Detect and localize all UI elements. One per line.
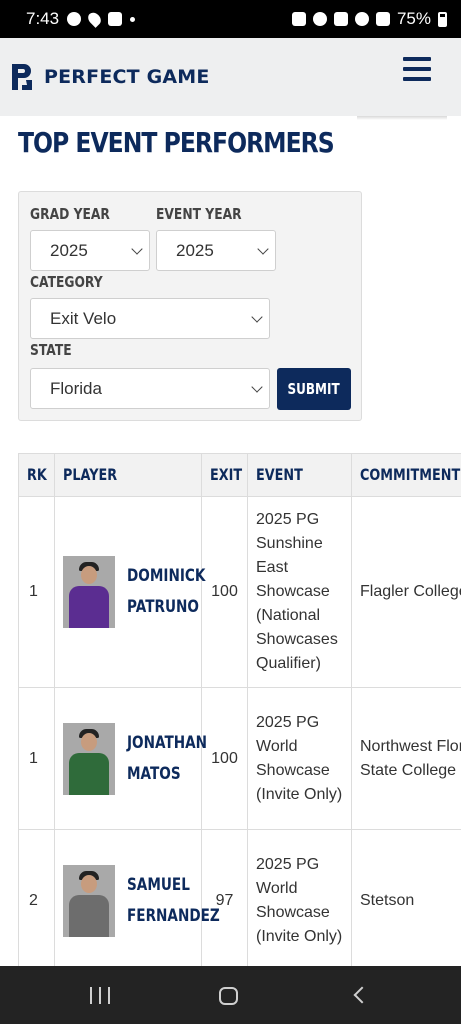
- grad-year-select[interactable]: 2025: [30, 230, 150, 271]
- site-header: PERFECT GAME: [0, 38, 461, 116]
- battery-percent: 75%: [396, 9, 431, 28]
- pg-logo-icon: [12, 64, 32, 90]
- state-value: Florida: [50, 378, 102, 398]
- menu-dropdown-shadow: [357, 116, 447, 120]
- notification-icon: [67, 12, 82, 26]
- menu-icon[interactable]: [403, 57, 431, 81]
- col-header-rk[interactable]: RK: [18, 453, 55, 497]
- mute-icon: [333, 12, 348, 26]
- filter-panel: GRAD YEAR EVENT YEAR 2025 2025 CATEGORY …: [18, 191, 362, 421]
- gallery-icon: [108, 12, 123, 26]
- sim-icon: [291, 12, 306, 26]
- player-cell[interactable]: JONATHAN MATOS: [54, 687, 207, 830]
- signal-icon: [375, 12, 390, 26]
- player-first-name: JONATHAN: [127, 732, 208, 753]
- player-photo[interactable]: [63, 722, 115, 795]
- col-header-exit[interactable]: EXIT: [201, 453, 248, 497]
- event-cell: 2025 PG Sunshine East Showcase (National…: [247, 496, 352, 688]
- chevron-down-icon: [251, 311, 263, 323]
- table-row: 1 DOMINICK PATRUNO 100 2025 PG Sunshine …: [18, 496, 461, 688]
- grad-year-value: 2025: [50, 240, 88, 260]
- home-icon[interactable]: [219, 987, 238, 1005]
- category-label: CATEGORY: [30, 273, 103, 291]
- event-cell: 2025 PG World Showcase (Invite Only): [247, 687, 352, 830]
- col-header-event[interactable]: EVENT: [247, 453, 352, 497]
- results-table: RK PLAYER EXIT EVENT COMMITMENT 1 DOMINI…: [18, 453, 461, 966]
- player-first-name: SAMUEL: [127, 874, 190, 895]
- player-first-name: DOMINICK: [127, 566, 206, 586]
- category-select[interactable]: Exit Velo: [30, 298, 270, 339]
- commitment-cell: Northwest Florida State College: [351, 687, 461, 830]
- logo[interactable]: PERFECT GAME: [10, 62, 210, 92]
- alarm-icon: [312, 12, 327, 26]
- table-row: 2 SAMUEL FERNANDEZ 97 2025 PG World Show…: [18, 829, 461, 966]
- player-cell[interactable]: SAMUEL FERNANDEZ: [54, 829, 220, 966]
- submit-label: SUBMIT: [287, 380, 341, 398]
- page-title: TOP EVENT PERFORMERS: [18, 126, 335, 159]
- event-cell: 2025 PG World Showcase (Invite Only): [247, 829, 352, 966]
- rank-cell: 2: [18, 829, 55, 966]
- chevron-down-icon: [131, 243, 143, 255]
- wifi-icon: [354, 12, 369, 26]
- category-value: Exit Velo: [50, 308, 117, 328]
- status-time: 7:43: [26, 9, 60, 28]
- state-label: STATE: [30, 341, 72, 359]
- event-year-value: 2025: [176, 240, 214, 260]
- submit-button[interactable]: SUBMIT: [277, 368, 351, 410]
- recent-apps-icon[interactable]: [90, 987, 110, 1004]
- player-last-name: FERNANDEZ: [127, 905, 220, 926]
- rank-cell: 1: [18, 687, 55, 830]
- chevron-down-icon: [251, 381, 263, 393]
- col-header-commitment[interactable]: COMMITMENT: [351, 453, 461, 497]
- commitment-cell: Flagler College: [351, 496, 461, 688]
- col-header-player[interactable]: PLAYER: [54, 453, 202, 497]
- chevron-down-icon: [257, 243, 269, 255]
- event-year-label: EVENT YEAR: [156, 205, 242, 223]
- player-cell[interactable]: DOMINICK PATRUNO: [54, 496, 206, 688]
- grad-year-label: GRAD YEAR: [30, 205, 110, 223]
- rank-cell: 1: [18, 496, 55, 688]
- status-bar: 7:43 75%: [0, 0, 461, 38]
- location-icon: [85, 10, 104, 28]
- more-notifications-icon: [130, 16, 136, 22]
- table-header-row: RK PLAYER EXIT EVENT COMMITMENT: [18, 453, 461, 497]
- commitment-cell: Stetson: [351, 829, 461, 966]
- player-last-name: MATOS: [127, 763, 181, 784]
- back-icon[interactable]: [353, 986, 371, 1004]
- table-row: 1 JONATHAN MATOS 100 2025 PG World Showc…: [18, 687, 461, 830]
- battery-icon: [438, 11, 447, 27]
- event-year-select[interactable]: 2025: [156, 230, 276, 271]
- system-nav-bar: [0, 966, 461, 1024]
- player-photo[interactable]: [63, 556, 115, 628]
- player-last-name: PATRUNO: [127, 597, 199, 617]
- results-table-container[interactable]: RK PLAYER EXIT EVENT COMMITMENT 1 DOMINI…: [18, 453, 461, 966]
- player-photo[interactable]: [63, 864, 115, 937]
- state-select[interactable]: Florida: [30, 368, 270, 409]
- logo-text: PERFECT GAME: [44, 66, 210, 88]
